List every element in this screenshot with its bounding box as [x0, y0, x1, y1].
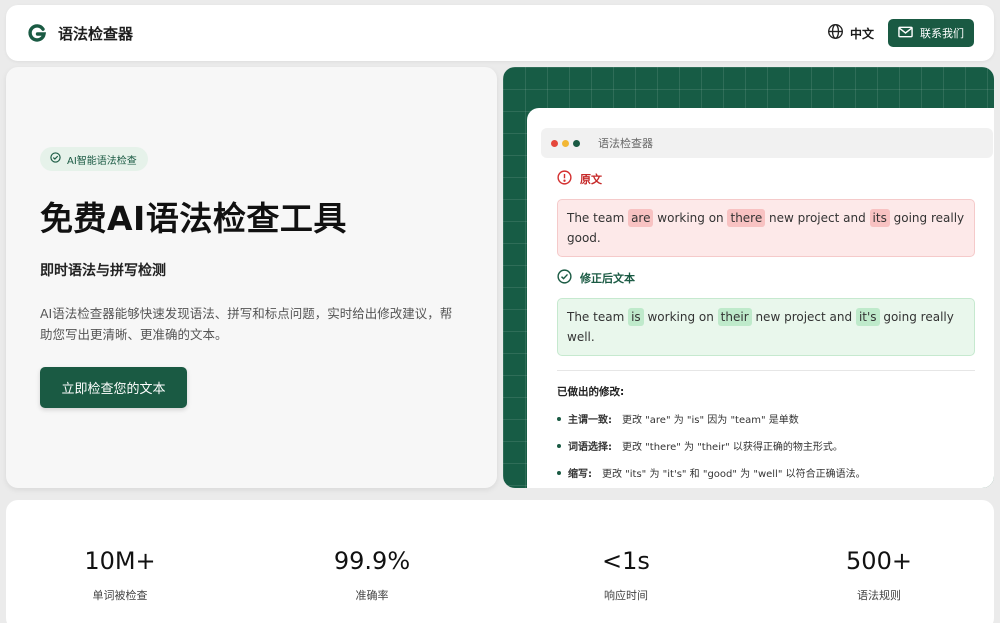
original-highlight: its	[869, 209, 890, 227]
corrected-text: The team	[567, 310, 629, 324]
app-name: 语法检查器	[58, 24, 134, 43]
corrected-text-box: The team is working on their new project…	[557, 298, 975, 356]
check-circle-icon	[50, 152, 61, 166]
corrected-highlight: is	[628, 308, 644, 326]
stat-label: 单词被检查	[92, 589, 148, 602]
logo[interactable]: 语法检查器	[26, 22, 133, 44]
stat-value: 99.9%	[333, 547, 411, 575]
change-item: 词语选择: 更改 "there" 为 "their" 以获得正确的物主形式。	[557, 438, 993, 453]
bullet-icon	[557, 443, 561, 448]
change-label: 词语选择:	[568, 442, 612, 453]
original-text-box: The team are working on there new projec…	[557, 199, 975, 257]
ai-badge: AI智能语法检查	[40, 147, 148, 171]
divider	[557, 370, 975, 371]
stats-section: 10M+ 单词被检查 99.9% 准确率 <1s 响应时间 500+ 语法规则	[6, 500, 994, 623]
stat-value: <1s	[602, 547, 650, 575]
stat-label: 语法规则	[857, 589, 901, 602]
maximize-dot-icon	[573, 139, 580, 147]
change-label: 主谓一致:	[568, 415, 612, 426]
hero-description: AI语法检查器能够快速发现语法、拼写和标点问题，实时给出修改建议，帮助您写出更清…	[40, 306, 453, 342]
window-title: 语法检查器	[598, 137, 653, 150]
stat-label: 准确率	[355, 589, 389, 602]
language-selector[interactable]: 中文	[827, 23, 874, 43]
original-text: new project and	[765, 211, 870, 225]
bullet-icon	[557, 470, 561, 475]
change-item: 主谓一致: 更改 "are" 为 "is" 因为 "team" 是单数	[557, 411, 993, 426]
change-item: 缩写: 更改 "its" 为 "it's" 和 "good" 为 "well" 以…	[557, 465, 993, 480]
window-titlebar: 语法检查器	[541, 128, 993, 158]
demo-panel: 语法检查器 原文 The team are working on there n…	[503, 67, 994, 488]
hero-panel: AI智能语法检查 免费AI语法检查工具 即时语法与拼写检测 AI语法检查器能够快…	[6, 67, 497, 488]
change-label: 缩写:	[568, 469, 592, 480]
change-text: 更改 "are" 为 "is" 因为 "team" 是单数	[622, 415, 799, 426]
corrected-text: working on	[643, 310, 718, 324]
original-highlight: are	[628, 209, 654, 227]
close-dot-icon	[551, 139, 558, 147]
badge-label: AI智能语法检查	[67, 155, 137, 167]
corrected-label-text: 修正后文本	[580, 272, 635, 285]
contact-button-label: 联系我们	[920, 27, 964, 40]
hero-title: 免费AI语法检查工具	[40, 199, 347, 238]
original-text: working on	[653, 211, 728, 225]
corrected-label: 修正后文本	[557, 269, 993, 287]
logo-g-icon	[26, 22, 48, 44]
globe-icon	[827, 23, 844, 43]
original-text: The team	[567, 211, 629, 225]
corrected-highlight: it's	[855, 308, 880, 326]
changes-list: 主谓一致: 更改 "are" 为 "is" 因为 "team" 是单数词语选择: 更…	[541, 411, 993, 480]
hero-subtitle: 即时语法与拼写检测	[40, 263, 166, 279]
change-text: 更改 "its" 为 "it's" 和 "good" 为 "well" 以符合正…	[602, 469, 866, 480]
original-label: 原文	[557, 170, 993, 188]
changes-title: 已做出的修改:	[557, 386, 625, 398]
demo-window: 语法检查器 原文 The team are working on there n…	[527, 108, 994, 488]
original-label-text: 原文	[580, 173, 602, 186]
contact-button[interactable]: 联系我们	[888, 19, 974, 47]
corrected-text: new project and	[751, 310, 856, 324]
check-circle-icon	[557, 269, 572, 287]
stat-label: 响应时间	[604, 589, 648, 602]
check-text-button[interactable]: 立即检查您的文本	[40, 367, 187, 408]
language-label: 中文	[849, 26, 874, 41]
stat-value: 10M+	[84, 547, 156, 575]
top-navbar: 语法检查器 中文 联系我们	[6, 5, 994, 61]
stat-value: 500+	[846, 547, 912, 575]
alert-circle-icon	[557, 170, 572, 188]
bullet-icon	[557, 416, 561, 421]
change-text: 更改 "there" 为 "their" 以获得正确的物主形式。	[622, 442, 843, 453]
minimize-dot-icon	[562, 139, 569, 147]
corrected-highlight: their	[717, 308, 752, 326]
original-highlight: there	[727, 209, 766, 227]
mail-icon	[898, 26, 913, 41]
